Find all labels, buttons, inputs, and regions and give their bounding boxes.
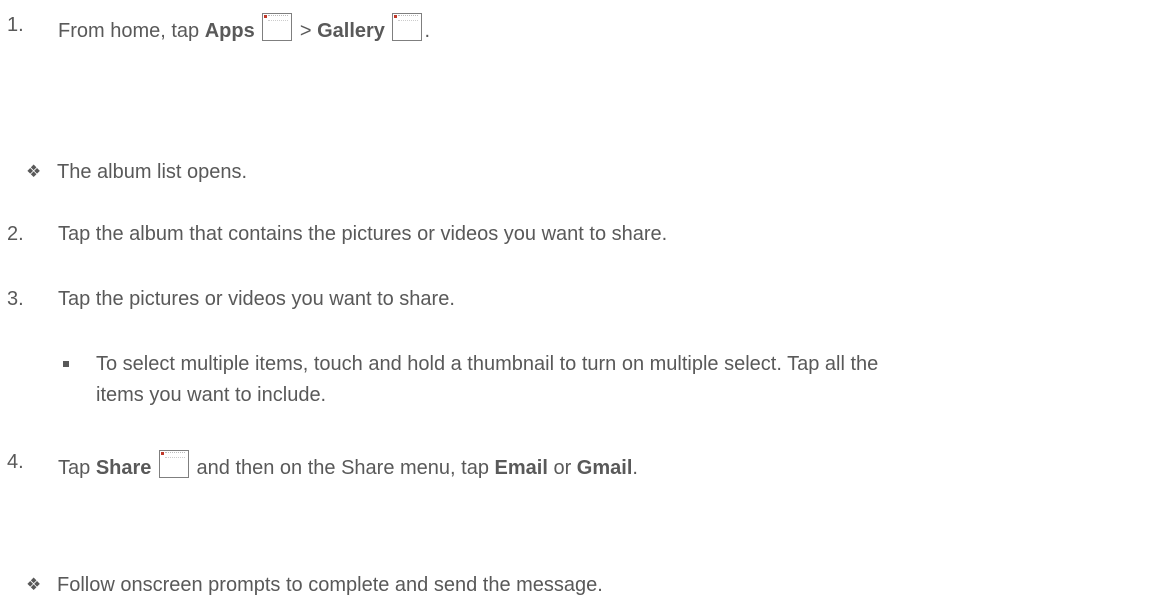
gmail-label: Gmail <box>576 457 633 479</box>
step-text: Tap the pictures or videos you want to s… <box>58 288 455 310</box>
diamond-bullet-icon: ❖ <box>26 162 42 181</box>
step-text-part: Tap <box>58 457 96 479</box>
note-text-line-2: items you want to include. <box>96 384 327 406</box>
diamond-bullet-icon: ❖ <box>26 575 42 594</box>
step-text-part: . <box>424 20 431 42</box>
step-number: 4. <box>7 451 24 473</box>
apps-icon <box>262 13 293 41</box>
step-text: Tap Share and then on the Share menu, ta… <box>58 450 638 480</box>
share-icon <box>158 450 189 478</box>
step-text: Tap the album that contains the pictures… <box>58 223 668 245</box>
gallery-icon <box>392 13 423 41</box>
note-text-line-1: To select multiple items, touch and hold… <box>96 353 879 375</box>
note-text: The album list opens. <box>57 161 248 183</box>
note-text: Follow onscreen prompts to complete and … <box>57 574 603 596</box>
step-text-part: or <box>547 457 577 479</box>
step-number: 2. <box>7 223 24 245</box>
step-text-part: From home, tap <box>58 20 205 42</box>
step-text: From home, tap Apps > Gallery . <box>58 13 430 43</box>
step-number: 1. <box>7 14 24 36</box>
email-label: Email <box>494 457 548 479</box>
share-label: Share <box>95 457 152 479</box>
step-text-part: . <box>632 457 638 479</box>
gallery-label: Gallery <box>317 20 385 42</box>
square-bullet-icon <box>63 361 69 367</box>
step-text-part: and then on the Share menu, tap <box>190 457 495 479</box>
apps-label: Apps <box>204 20 255 42</box>
step-text-part: > <box>294 20 318 42</box>
step-number: 3. <box>7 288 24 310</box>
